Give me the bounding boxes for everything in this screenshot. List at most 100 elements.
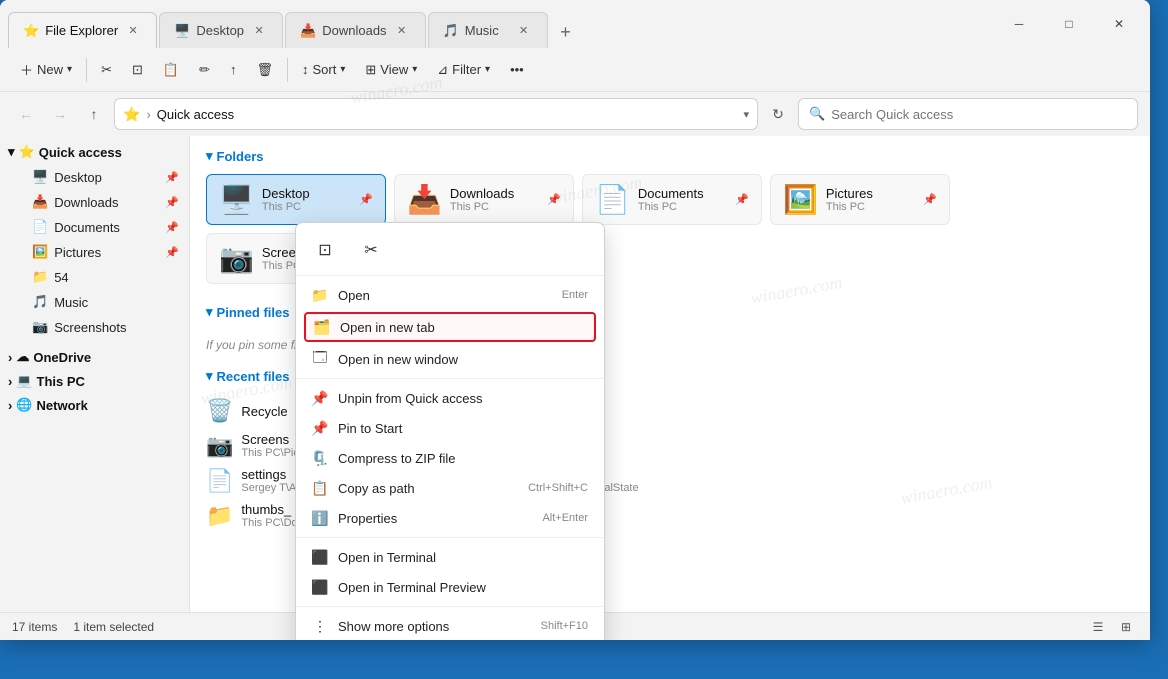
downloads-folder-icon: 📥 [32,194,48,210]
ctx-unpin[interactable]: 📌 Unpin from Quick access [296,383,604,413]
delete-button[interactable]: 🗑 [248,57,281,83]
delete-icon: 🗑 [256,62,273,78]
search-input[interactable] [831,107,1127,122]
pinned-chevron-icon: ▾ [206,304,213,320]
sidebar-desktop-label: Desktop [54,170,102,185]
tab-label-music: Music [465,23,499,38]
pictures-info: Pictures This PC [826,186,873,213]
sidebar-thispc-header[interactable]: › 💻 This PC [0,369,189,393]
desktop-info: Desktop This PC [262,186,310,213]
more-button[interactable]: ••• [502,57,532,82]
ctx-open[interactable]: 📁 Open Enter [296,280,604,310]
folders-section-title[interactable]: ▾ Folders [206,148,1134,164]
sidebar-network-header[interactable]: › 🌐 Network [0,393,189,417]
new-tab-button[interactable]: + [550,16,582,48]
address-chevron-icon: ▾ [743,108,749,121]
sidebar-item-desktop[interactable]: 🖥️ Desktop 📌 [4,165,185,189]
folder-pictures[interactable]: 🖼️ Pictures This PC 📌 [770,174,950,225]
copy-icon: ⊡ [132,62,143,78]
rename-button[interactable]: ✏ [191,57,218,83]
sort-button[interactable]: ↕ Sort ▾ [294,57,353,82]
paste-button[interactable]: 📋 [155,57,187,83]
sidebar-item-music[interactable]: 🎵 Music [4,290,185,314]
ctx-open-terminal-preview[interactable]: ⬛ Open in Terminal Preview [296,572,604,602]
tab-desktop[interactable]: 🖥️ Desktop ✕ [159,12,283,48]
filter-icon: ⊿ [437,62,448,78]
folder-desktop[interactable]: 🖥️ Desktop This PC 📌 [206,174,386,225]
sidebar-item-54[interactable]: 📁 54 [4,265,185,289]
ctx-more-shortcut: Shift+F10 [541,620,588,632]
ctx-copy-icon-btn[interactable]: ⊡ [308,233,342,267]
search-box[interactable]: 🔍 [798,98,1138,130]
sidebar-item-downloads[interactable]: 📥 Downloads 📌 [4,190,185,214]
tab-music[interactable]: 🎵 Music ✕ [428,12,548,48]
ctx-more-label: Show more options [338,619,449,634]
tab-close-file-explorer[interactable]: ✕ [124,22,142,40]
tab-downloads[interactable]: 📥 Downloads ✕ [285,12,426,48]
ctx-show-more[interactable]: ⋮ Show more options Shift+F10 [296,611,604,640]
up-button[interactable]: ↑ [80,100,108,128]
context-menu: ⊡ ✂ 📁 Open Enter 🗂️ Open in new tab 🗔 Op… [295,222,605,640]
documents-info: Documents This PC [638,186,704,213]
settings-icon: 📄 [206,468,233,494]
thispc-chevron-icon: › [8,374,12,389]
ctx-open-new-window[interactable]: 🗔 Open in new window [296,344,604,374]
sidebar-quick-access-header[interactable]: ▾ ⭐ Quick access [0,140,189,164]
recent-chevron-icon: ▾ [206,368,213,384]
minimize-button[interactable]: ─ [996,9,1042,39]
network-icon: 🌐 [16,397,32,413]
address-separator: › [146,107,150,122]
cut-button[interactable]: ✂ [93,57,120,83]
downloads-name: Downloads [450,186,514,201]
refresh-button[interactable]: ↻ [764,100,792,128]
search-icon: 🔍 [809,106,825,122]
desktop-pin-icon: 📌 [165,171,179,184]
pictures-name: Pictures [826,186,873,201]
back-button[interactable]: ← [12,100,40,128]
ctx-copy-path[interactable]: 📋 Copy as path Ctrl+Shift+C [296,473,604,503]
more-icon: ••• [510,62,524,77]
ctx-cut-icon: ✂ [364,240,377,260]
folder-documents[interactable]: 📄 Documents This PC 📌 [582,174,762,225]
address-bar: ← → ↑ ⭐ › Quick access ▾ ↻ 🔍 [0,92,1150,136]
ctx-open-icon: 📁 [312,287,328,303]
documents-icon: 📄 [595,183,630,216]
tab-close-desktop[interactable]: ✕ [250,22,268,40]
ctx-cut-icon-btn[interactable]: ✂ [354,233,388,267]
ctx-open-terminal[interactable]: ⬛ Open in Terminal [296,542,604,572]
tab-close-downloads[interactable]: ✕ [393,22,411,40]
tab-close-music[interactable]: ✕ [515,22,533,40]
onedrive-chevron-icon: › [8,350,12,365]
desktop-sub: This PC [262,201,310,213]
copy-button[interactable]: ⊡ [124,57,151,83]
ctx-copy-path-icon: 📋 [312,480,328,496]
ctx-open-new-tab[interactable]: 🗂️ Open in new tab [304,312,596,342]
tab-file-explorer[interactable]: ⭐ File Explorer ✕ [8,12,157,48]
close-button[interactable]: ✕ [1096,9,1142,39]
ctx-properties[interactable]: ℹ️ Properties Alt+Enter [296,503,604,533]
address-path[interactable]: ⭐ › Quick access ▾ [114,98,758,130]
cut-icon: ✂ [101,62,112,78]
toolbar-sep-2 [287,58,288,82]
list-view-button[interactable]: ☰ [1086,615,1110,639]
folder-downloads[interactable]: 📥 Downloads This PC 📌 [394,174,574,225]
sidebar-item-screenshots[interactable]: 📷 Screenshots [4,315,185,339]
grid-view-button[interactable]: ⊞ [1114,615,1138,639]
sidebar-item-documents[interactable]: 📄 Documents 📌 [4,215,185,239]
forward-button[interactable]: → [46,100,74,128]
ctx-copy-path-shortcut: Ctrl+Shift+C [528,482,588,494]
tab-icon-music: 🎵 [443,23,459,39]
ctx-unpin-icon: 📌 [312,390,328,406]
new-button[interactable]: ＋ New ▾ [12,55,80,84]
share-button[interactable]: ↑ [222,57,245,82]
filter-button[interactable]: ⊿ Filter ▾ [429,57,498,83]
ctx-compress[interactable]: 🗜️ Compress to ZIP file [296,443,604,473]
sidebar-thispc-label: This PC [37,374,85,389]
ctx-pin-start[interactable]: 📌 Pin to Start [296,413,604,443]
view-button[interactable]: ⊞ View ▾ [357,57,425,83]
ctx-new-tab-icon: 🗂️ [314,319,330,335]
sidebar-onedrive-header[interactable]: › ☁ OneDrive [0,345,189,369]
maximize-button[interactable]: □ [1046,9,1092,39]
new-chevron-icon: ▾ [67,64,72,75]
sidebar-item-pictures[interactable]: 🖼️ Pictures 📌 [4,240,185,264]
